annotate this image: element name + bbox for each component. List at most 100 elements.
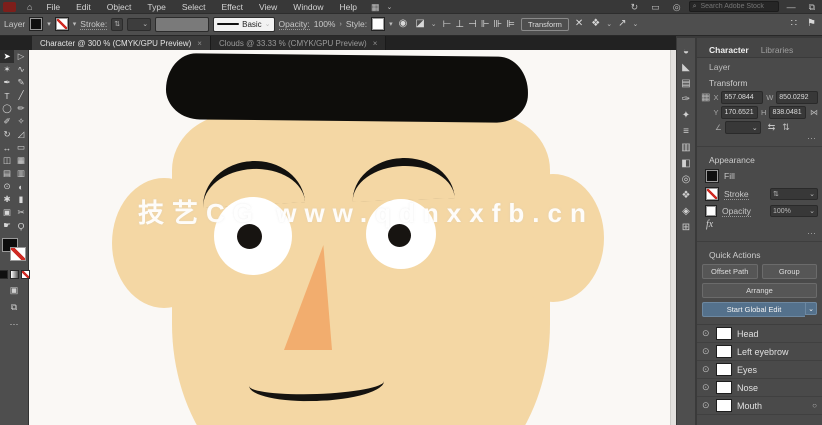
style-swatch[interactable] bbox=[371, 17, 386, 31]
flag-icon[interactable]: ⚑ bbox=[805, 17, 818, 31]
flip-vertical-icon[interactable]: ⇅ bbox=[782, 122, 790, 133]
width-tool-icon[interactable]: ↔ bbox=[0, 141, 14, 154]
artboard-tool-icon[interactable]: ▣ bbox=[0, 206, 14, 219]
fill-stroke-widget[interactable] bbox=[1, 238, 27, 266]
layer-row[interactable]: ⊙ Eyes bbox=[697, 361, 822, 379]
color-panel-icon[interactable]: ◒ bbox=[677, 43, 695, 59]
layer-row[interactable]: ⊙ Nose bbox=[697, 379, 822, 397]
bounding-box-icon[interactable]: ✕ bbox=[573, 17, 585, 31]
stroke-indicator[interactable] bbox=[10, 247, 26, 261]
x-field[interactable]: 557.0844 bbox=[721, 91, 764, 104]
menu-select[interactable]: Select bbox=[175, 1, 213, 13]
transform-button[interactable]: Transform bbox=[520, 17, 569, 31]
document-tab-clouds[interactable]: Clouds @ 33.33 % (CMYK/GPU Preview) × bbox=[210, 36, 387, 50]
group-button[interactable]: Group bbox=[761, 264, 817, 279]
align-left-icon[interactable]: ⊢ bbox=[441, 19, 454, 30]
appearance-panel-icon[interactable]: ◎ bbox=[677, 171, 695, 187]
transparency-panel-icon[interactable]: ◧ bbox=[677, 155, 695, 171]
selection-tool-icon[interactable]: ➤ bbox=[0, 50, 14, 63]
offset-path-button[interactable]: Offset Path bbox=[702, 264, 758, 279]
gradient-panel-icon[interactable]: ▥ bbox=[677, 139, 695, 155]
slice-tool-icon[interactable]: ✂ bbox=[14, 206, 28, 219]
stroke-weight-dropdown[interactable]: ⌄ bbox=[127, 17, 152, 31]
curvature-tool-icon[interactable]: ✎ bbox=[14, 76, 28, 89]
layer-row[interactable]: ⊙ Left eyebrow bbox=[697, 343, 822, 361]
blend-tool-icon[interactable]: ◐ bbox=[14, 180, 28, 193]
appearance-more-options[interactable]: ⋯ bbox=[697, 229, 822, 238]
stroke-weight-control[interactable]: ⇅ ⌄ bbox=[770, 188, 818, 200]
fill-color-swatch[interactable] bbox=[29, 17, 44, 31]
pen-tool-icon[interactable]: ✒ bbox=[0, 76, 14, 89]
align-center-icon[interactable]: ⊥ bbox=[453, 19, 466, 30]
stroke-weight-label[interactable]: Stroke: bbox=[80, 19, 108, 30]
edit-toolbar-icon[interactable]: ⋯ bbox=[10, 319, 19, 330]
visibility-eye-icon[interactable]: ⊙ bbox=[702, 328, 711, 339]
draw-mode-icon[interactable]: ▣ bbox=[10, 285, 19, 296]
y-field[interactable]: 170.6521 bbox=[721, 106, 759, 119]
dock-grid-icon[interactable]: ∷ bbox=[789, 17, 799, 31]
document-setup-icon[interactable]: ◪ bbox=[413, 17, 426, 31]
line-segment-tool-icon[interactable]: ╱ bbox=[14, 89, 28, 102]
transform-more-options[interactable]: ⋯ bbox=[697, 134, 822, 143]
search-input[interactable] bbox=[698, 2, 773, 11]
layers-panel-icon[interactable]: ◈ bbox=[677, 203, 695, 219]
eyedropper-tool-icon[interactable]: ⊙ bbox=[0, 180, 14, 193]
constrain-proportions-icon[interactable]: ⋈ bbox=[810, 108, 818, 117]
menu-file[interactable]: File bbox=[39, 1, 67, 13]
layer-thumbnail[interactable] bbox=[716, 345, 732, 358]
zoom-tool-icon[interactable]: Ϙ bbox=[14, 219, 28, 232]
perspective-grid-tool-icon[interactable]: ▦ bbox=[14, 154, 28, 167]
menu-object[interactable]: Object bbox=[100, 1, 139, 13]
tab-libraries[interactable]: Libraries bbox=[761, 45, 794, 55]
layer-target-icon[interactable]: ○ bbox=[812, 401, 819, 410]
opacity-control[interactable]: 100% ⌄ bbox=[770, 205, 818, 217]
appearance-stroke-label[interactable]: Stroke bbox=[724, 189, 749, 200]
rotate-tool-icon[interactable]: ↻ bbox=[0, 128, 14, 141]
tab-close-icon[interactable]: × bbox=[373, 39, 378, 48]
appearance-opacity-label[interactable]: Opacity bbox=[722, 206, 751, 217]
pencil-tool-icon[interactable]: ✐ bbox=[0, 115, 14, 128]
home-icon[interactable]: ⌂ bbox=[22, 1, 37, 13]
graphic-styles-panel-icon[interactable]: ❖ bbox=[677, 187, 695, 203]
style-menu-arrow-icon[interactable]: ▾ bbox=[389, 20, 393, 28]
layer-thumbnail[interactable] bbox=[716, 327, 732, 340]
shaper-tool-icon[interactable]: ✧ bbox=[14, 115, 28, 128]
direct-selection-tool-icon[interactable]: ▷ bbox=[14, 50, 28, 63]
rotate-angle-dropdown[interactable]: ⌄ bbox=[724, 121, 761, 134]
menu-window[interactable]: Window bbox=[286, 1, 330, 13]
layer-thumbnail[interactable] bbox=[716, 363, 732, 376]
workspace-switcher-icon[interactable]: ▦ bbox=[366, 1, 385, 13]
color-button[interactable] bbox=[0, 270, 8, 279]
stock-search-box[interactable]: ⌕ bbox=[688, 1, 779, 12]
gpu-performance-icon[interactable]: ◎ bbox=[668, 1, 686, 13]
isolate-selection-icon[interactable]: ↗ bbox=[616, 17, 628, 31]
restore-button[interactable]: ⧉ bbox=[804, 1, 820, 13]
layer-thumbnail[interactable] bbox=[716, 381, 732, 394]
stroke-panel-icon[interactable]: ≡ bbox=[677, 123, 695, 139]
align-right-icon[interactable]: ⊣ bbox=[466, 19, 479, 30]
symbol-sprayer-tool-icon[interactable]: ✱ bbox=[0, 193, 14, 206]
opacity-label[interactable]: Opacity: bbox=[278, 19, 310, 30]
visibility-eye-icon[interactable]: ⊙ bbox=[702, 346, 711, 357]
paintbrush-tool-icon[interactable]: ✏ bbox=[14, 102, 28, 115]
recolor-artwork-icon[interactable]: ◉ bbox=[397, 17, 410, 31]
type-tool-icon[interactable]: T bbox=[0, 89, 14, 102]
distribute-center-icon[interactable]: ⊪ bbox=[492, 19, 505, 30]
minimize-button[interactable]: — bbox=[782, 1, 801, 13]
distribute-left-icon[interactable]: ⊩ bbox=[479, 19, 492, 30]
opacity-chevron-icon[interactable]: ⌄ bbox=[809, 207, 815, 215]
reference-point-widget[interactable]: ▦ bbox=[701, 92, 710, 103]
menu-effect[interactable]: Effect bbox=[214, 1, 250, 13]
start-global-edit-button[interactable]: Start Global Edit bbox=[702, 302, 805, 317]
select-similar-icon[interactable]: ❖ bbox=[589, 17, 602, 31]
mesh-tool-icon[interactable]: ▤ bbox=[0, 167, 14, 180]
fx-effects-icon[interactable]: fx bbox=[697, 219, 822, 230]
visibility-eye-icon[interactable]: ⊙ bbox=[702, 382, 711, 393]
arrange-documents-icon[interactable]: ▭ bbox=[646, 1, 665, 13]
workspace-chevron-icon[interactable]: ⌄ bbox=[387, 3, 393, 11]
isolate-chevron-icon[interactable]: ⌄ bbox=[633, 20, 639, 28]
sync-icon[interactable]: ↻ bbox=[626, 1, 644, 13]
appearance-stroke-swatch[interactable] bbox=[705, 187, 719, 201]
flip-horizontal-icon[interactable]: ⇆ bbox=[768, 122, 776, 133]
symbols-panel-icon[interactable]: ✦ bbox=[677, 107, 695, 123]
